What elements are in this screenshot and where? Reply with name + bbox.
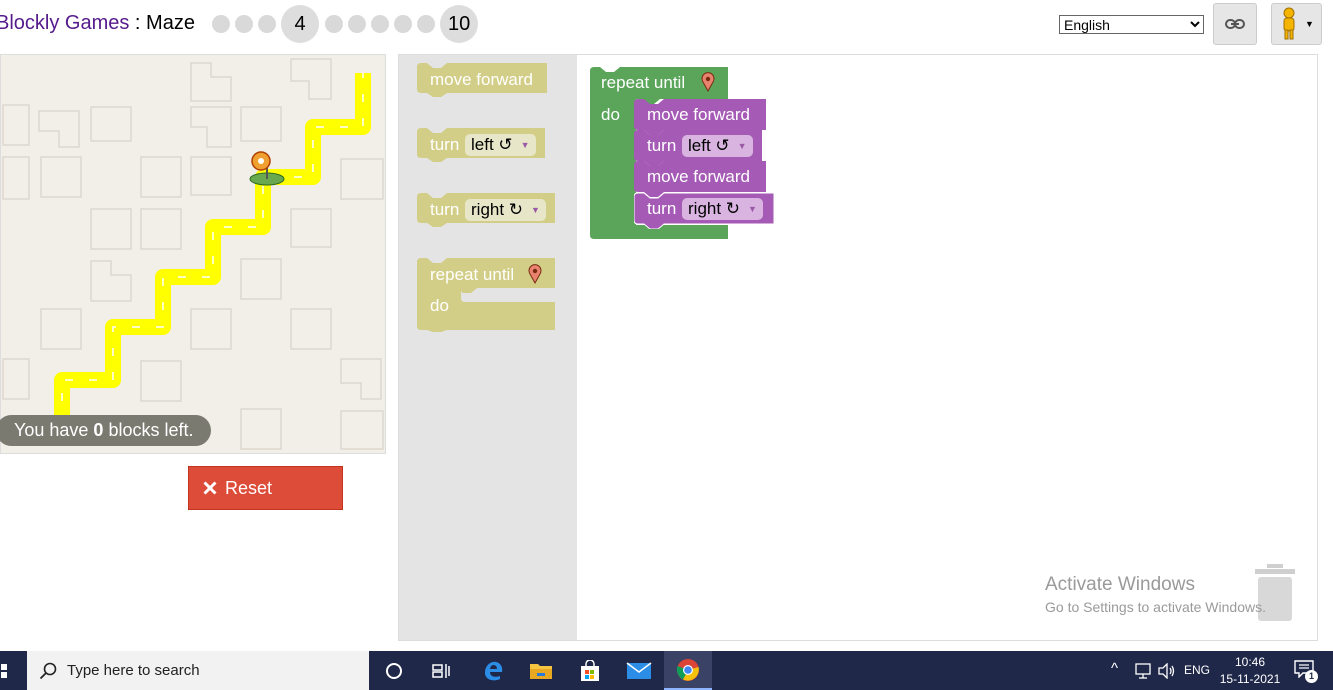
pegman-selector-button[interactable]: ▼ — [1271, 3, 1322, 45]
windows-logo-icon — [1, 663, 7, 678]
level-selector: 4 10 — [212, 5, 484, 43]
toolbox-turn-left-dropdown[interactable]: left ↺ ▼ — [465, 134, 536, 156]
level-6-dot[interactable] — [348, 15, 366, 33]
chevron-down-icon: ▼ — [1305, 19, 1314, 29]
toolbox-repeat-until-label: repeat until — [430, 265, 515, 284]
level-current[interactable]: 4 — [281, 5, 319, 43]
chrome-button[interactable] — [664, 651, 712, 690]
trash-icon[interactable] — [1253, 564, 1297, 622]
file-explorer-button[interactable] — [517, 651, 565, 690]
edge-icon — [485, 661, 503, 680]
title-separator: : — [129, 12, 147, 34]
input-language-indicator[interactable]: ENG — [1184, 663, 1210, 677]
app-name-link[interactable]: Blockly Games — [0, 12, 129, 34]
chevron-down-icon: ▼ — [748, 204, 757, 214]
toolbox-turn-left-value: left ↺ — [471, 135, 513, 154]
page-name: Maze — [146, 12, 195, 34]
reset-button[interactable]: Reset — [188, 466, 343, 510]
maze-display — [0, 54, 386, 454]
task-view-icon — [432, 663, 450, 678]
chevron-down-icon: ▼ — [737, 141, 747, 151]
toolbox-turn-right-value: right ↻ — [471, 200, 524, 219]
link-button[interactable] — [1213, 3, 1257, 45]
level-3-dot[interactable] — [258, 15, 276, 33]
program-stmt4-label: turn — [647, 199, 677, 218]
cortana-button[interactable] — [370, 651, 418, 690]
blockly-workspace[interactable]: move forward turn left ↺ ▼ turn right ↻ ▼ … — [398, 54, 1318, 641]
page-title: Blockly Games : Maze — [0, 12, 195, 35]
clock-time: 10:46 — [1234, 655, 1266, 669]
toolbox-turn-right-label: turn — [430, 200, 460, 219]
close-icon — [203, 481, 217, 495]
toolbox-turn-left-label: turn — [430, 135, 460, 154]
blocks-left-prefix: You have — [14, 420, 94, 440]
level-8-dot[interactable] — [394, 15, 412, 33]
blocks-left-count: 0 — [93, 420, 104, 440]
edge-button[interactable] — [469, 651, 517, 690]
toolbox-do-label: do — [430, 296, 449, 315]
taskbar-clock[interactable]: 10:46 15-11-2021 — [1216, 654, 1284, 688]
windows-taskbar: Type here to search ^ ENG 10:46 15-11-20… — [0, 651, 1333, 690]
chrome-icon — [676, 658, 699, 681]
notification-count-badge: 1 — [1305, 670, 1318, 683]
chevron-down-icon: ▼ — [531, 205, 540, 215]
level-7-dot[interactable] — [371, 15, 389, 33]
taskbar-search-placeholder: Type here to search — [67, 662, 200, 679]
store-button[interactable] — [566, 651, 614, 690]
blocks-left-suffix: blocks left. — [103, 420, 194, 440]
clock-date: 15-11-2021 — [1219, 672, 1281, 686]
program-stmt2-label: turn — [647, 136, 677, 155]
level-9-dot[interactable] — [417, 15, 435, 33]
blocks-left-counter: You have 0 blocks left. — [0, 415, 212, 446]
folder-icon — [530, 663, 552, 679]
cortana-icon — [386, 662, 402, 679]
search-icon — [39, 662, 57, 679]
map-pin-icon — [528, 264, 542, 284]
program-turn-left-dropdown[interactable]: left ↺ ▼ — [682, 135, 753, 157]
reset-label: Reset — [225, 477, 273, 498]
mail-icon — [626, 661, 652, 679]
toolbox-turn-right-dropdown[interactable]: right ↻ ▼ — [465, 199, 546, 221]
pegman-icon — [1283, 7, 1295, 40]
level-1-dot[interactable] — [212, 15, 230, 33]
task-view-button[interactable] — [418, 651, 466, 690]
map-pin-icon — [701, 72, 715, 92]
program-stmt2-value: left ↺ — [688, 136, 730, 155]
level-last[interactable]: 10 — [440, 5, 479, 43]
maze-map — [2, 58, 384, 450]
program-stmt1-label: move forward — [647, 105, 750, 124]
link-icon — [1225, 19, 1245, 29]
level-5-dot[interactable] — [325, 15, 343, 33]
mail-button[interactable] — [615, 651, 663, 690]
network-icon[interactable] — [1134, 663, 1152, 679]
level-2-dot[interactable] — [235, 15, 253, 33]
store-icon — [581, 659, 599, 681]
program-turn-right-dropdown[interactable]: right ↻ ▼ — [682, 198, 763, 220]
chevron-up-icon[interactable]: ^ — [1111, 660, 1118, 677]
program-repeat-until-label: repeat until — [601, 73, 686, 92]
program-stmt4-value: right ↻ — [688, 199, 741, 218]
program-do-label: do — [601, 105, 620, 124]
program-stmt3-label: move forward — [647, 167, 750, 186]
volume-icon[interactable] — [1158, 663, 1176, 679]
toolbox-move-forward-label: move forward — [430, 70, 533, 89]
blockly-maze-app: Blockly Games : Maze 4 10 English ▼ You … — [0, 0, 1333, 690]
start-button[interactable] — [0, 651, 14, 690]
language-select[interactable]: English — [1059, 15, 1204, 34]
taskbar-search-box[interactable]: Type here to search — [27, 651, 369, 690]
block-toolbox: move forward turn left ↺ ▼ turn right ↻ ▼ … — [399, 55, 577, 640]
action-center-button[interactable]: 1 — [1294, 660, 1318, 683]
chevron-down-icon: ▼ — [520, 140, 530, 150]
